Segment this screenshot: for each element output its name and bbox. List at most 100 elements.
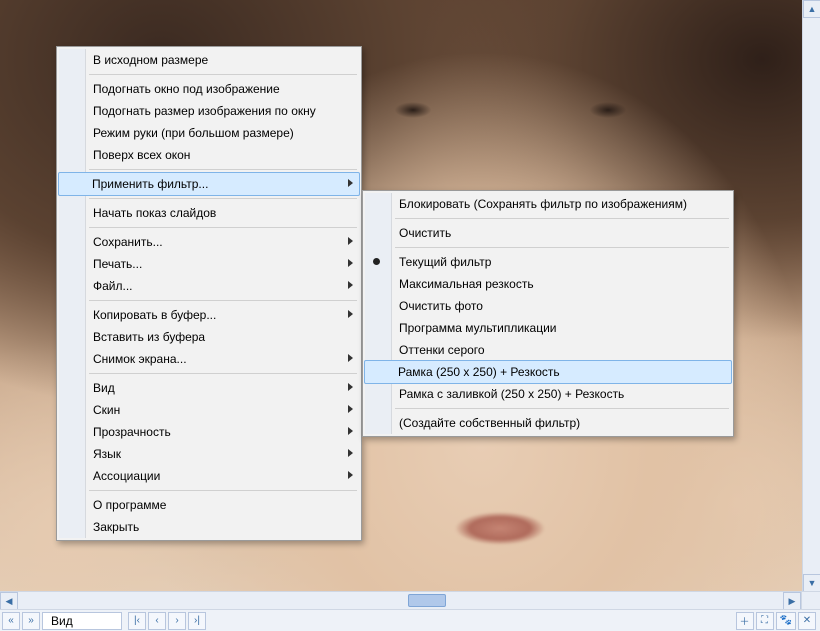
vertical-scroll-track[interactable]: [803, 18, 820, 574]
chevron-left-icon: ◀: [6, 596, 13, 607]
menu-item-label: Текущий фильтр: [399, 255, 491, 269]
menu-item-label: О программе: [93, 498, 166, 512]
menu-item-view[interactable]: Вид: [59, 377, 359, 399]
nav-next-button[interactable]: ›: [168, 612, 186, 630]
menu-item-original-size[interactable]: В исходном размере: [59, 49, 359, 71]
menu-separator: [89, 300, 357, 301]
menu-item-file[interactable]: Файл...: [59, 275, 359, 297]
menu-item-paste[interactable]: Вставить из буфера: [59, 326, 359, 348]
close-icon: ✕: [803, 615, 811, 626]
submenu-item-frame-sharpness[interactable]: Рамка (250 x 250) + Резкость: [364, 360, 732, 384]
submenu-arrow-icon: [348, 449, 353, 457]
context-menu: В исходном размере Подогнать окно под из…: [56, 46, 362, 541]
menu-item-label: Программа мультипликации: [399, 321, 557, 335]
submenu-arrow-icon: [348, 237, 353, 245]
nav-first-button[interactable]: «: [2, 612, 20, 630]
menu-item-fit-window[interactable]: Подогнать окно под изображение: [59, 78, 359, 100]
menu-item-label: Скин: [93, 403, 120, 417]
menu-item-label: Очистить: [399, 226, 451, 240]
submenu-item-create-own[interactable]: (Создайте собственный фильтр): [365, 412, 731, 434]
menu-item-label: Блокировать (Сохранять фильтр по изображ…: [399, 197, 687, 211]
scroll-up-button[interactable]: ▲: [803, 0, 820, 18]
skip-back-icon: |‹: [134, 615, 140, 626]
menu-item-label: Вставить из буфера: [93, 330, 205, 344]
menu-item-label: Максимальная резкость: [399, 277, 534, 291]
menu-item-apply-filter[interactable]: Применить фильтр...: [58, 172, 360, 196]
vertical-scrollbar[interactable]: ▲ ▼: [802, 0, 820, 592]
view-mode-label[interactable]: Вид: [42, 612, 122, 630]
horizontal-scroll-thumb[interactable]: [408, 594, 446, 607]
filter-submenu: Блокировать (Сохранять фильтр по изображ…: [362, 190, 734, 437]
background-image-detail: [440, 510, 560, 556]
menu-item-label: Файл...: [93, 279, 133, 293]
last-icon: »: [28, 615, 34, 626]
view-mode-text: Вид: [51, 614, 73, 628]
menu-item-fit-image[interactable]: Подогнать размер изображения по окну: [59, 100, 359, 122]
submenu-arrow-icon: [348, 383, 353, 391]
menu-item-label: Прозрачность: [93, 425, 171, 439]
menu-item-label: Рамка с заливкой (250 x 250) + Резкость: [399, 387, 624, 401]
scrollbar-corner: [801, 592, 820, 609]
menu-item-label: (Создайте собственный фильтр): [399, 416, 580, 430]
scroll-right-button[interactable]: ▶: [783, 592, 801, 610]
menu-item-language[interactable]: Язык: [59, 443, 359, 465]
submenu-item-clear[interactable]: Очистить: [365, 222, 731, 244]
menu-separator: [395, 408, 729, 409]
menu-item-label: Начать показ слайдов: [93, 206, 216, 220]
menu-item-hand-mode[interactable]: Режим руки (при большом размере): [59, 122, 359, 144]
submenu-item-frame-fill-sharpness[interactable]: Рамка с заливкой (250 x 250) + Резкость: [365, 383, 731, 405]
submenu-item-animation[interactable]: Программа мультипликации: [365, 317, 731, 339]
submenu-arrow-icon: [348, 354, 353, 362]
menu-item-label: Печать...: [93, 257, 142, 271]
scroll-down-button[interactable]: ▼: [803, 574, 820, 592]
submenu-item-lock[interactable]: Блокировать (Сохранять фильтр по изображ…: [365, 193, 731, 215]
submenu-arrow-icon: [348, 179, 353, 187]
bottom-toolbar: « » Вид |‹ ‹ › ›| ＋ ⛶ 🐾 ✕: [0, 609, 820, 631]
menu-separator: [89, 490, 357, 491]
menu-item-about[interactable]: О программе: [59, 494, 359, 516]
menu-item-screenshot[interactable]: Снимок экрана...: [59, 348, 359, 370]
menu-item-associations[interactable]: Ассоциации: [59, 465, 359, 487]
menu-item-print[interactable]: Печать...: [59, 253, 359, 275]
nav-first2-button[interactable]: |‹: [128, 612, 146, 630]
menu-item-label: Очистить фото: [399, 299, 483, 313]
chevron-up-icon: ▲: [808, 4, 817, 14]
submenu-item-grayscale[interactable]: Оттенки серого: [365, 339, 731, 361]
menu-item-label: Ассоциации: [93, 469, 160, 483]
menu-item-slideshow[interactable]: Начать показ слайдов: [59, 202, 359, 224]
scroll-left-button[interactable]: ◀: [0, 592, 18, 610]
menu-item-label: Применить фильтр...: [92, 177, 208, 191]
nav-prev-button[interactable]: ‹: [148, 612, 166, 630]
horizontal-scroll-track[interactable]: [18, 592, 783, 609]
menu-item-save[interactable]: Сохранить...: [59, 231, 359, 253]
submenu-item-max-sharpness[interactable]: Максимальная резкость: [365, 273, 731, 295]
submenu-arrow-icon: [348, 281, 353, 289]
prev-icon: ‹: [155, 615, 158, 626]
radio-selected-icon: [373, 258, 380, 265]
submenu-arrow-icon: [348, 427, 353, 435]
menu-item-label: Вид: [93, 381, 115, 395]
menu-item-label: Подогнать размер изображения по окну: [93, 104, 316, 118]
close-button[interactable]: ✕: [798, 612, 816, 630]
plus-icon: ＋: [740, 613, 750, 628]
horizontal-scrollbar[interactable]: ◀ ▶: [0, 591, 820, 609]
nav-last2-button[interactable]: ›|: [188, 612, 206, 630]
submenu-arrow-icon: [348, 259, 353, 267]
zoom-in-button[interactable]: ＋: [736, 612, 754, 630]
nav-last-button[interactable]: »: [22, 612, 40, 630]
menu-item-label: Поверх всех окон: [93, 148, 190, 162]
submenu-item-clear-photo[interactable]: Очистить фото: [365, 295, 731, 317]
menu-item-copy[interactable]: Копировать в буфер...: [59, 304, 359, 326]
menu-item-label: Закрыть: [93, 520, 139, 534]
menu-item-label: Снимок экрана...: [93, 352, 187, 366]
misc-button[interactable]: 🐾: [776, 612, 796, 630]
menu-item-skin[interactable]: Скин: [59, 399, 359, 421]
paw-icon: 🐾: [780, 615, 792, 626]
submenu-item-current[interactable]: Текущий фильтр: [365, 251, 731, 273]
next-icon: ›: [175, 615, 178, 626]
menu-item-topmost[interactable]: Поверх всех окон: [59, 144, 359, 166]
fullscreen-button[interactable]: ⛶: [756, 612, 774, 630]
menu-item-close[interactable]: Закрыть: [59, 516, 359, 538]
chevron-down-icon: ▼: [808, 578, 817, 588]
menu-item-transparency[interactable]: Прозрачность: [59, 421, 359, 443]
